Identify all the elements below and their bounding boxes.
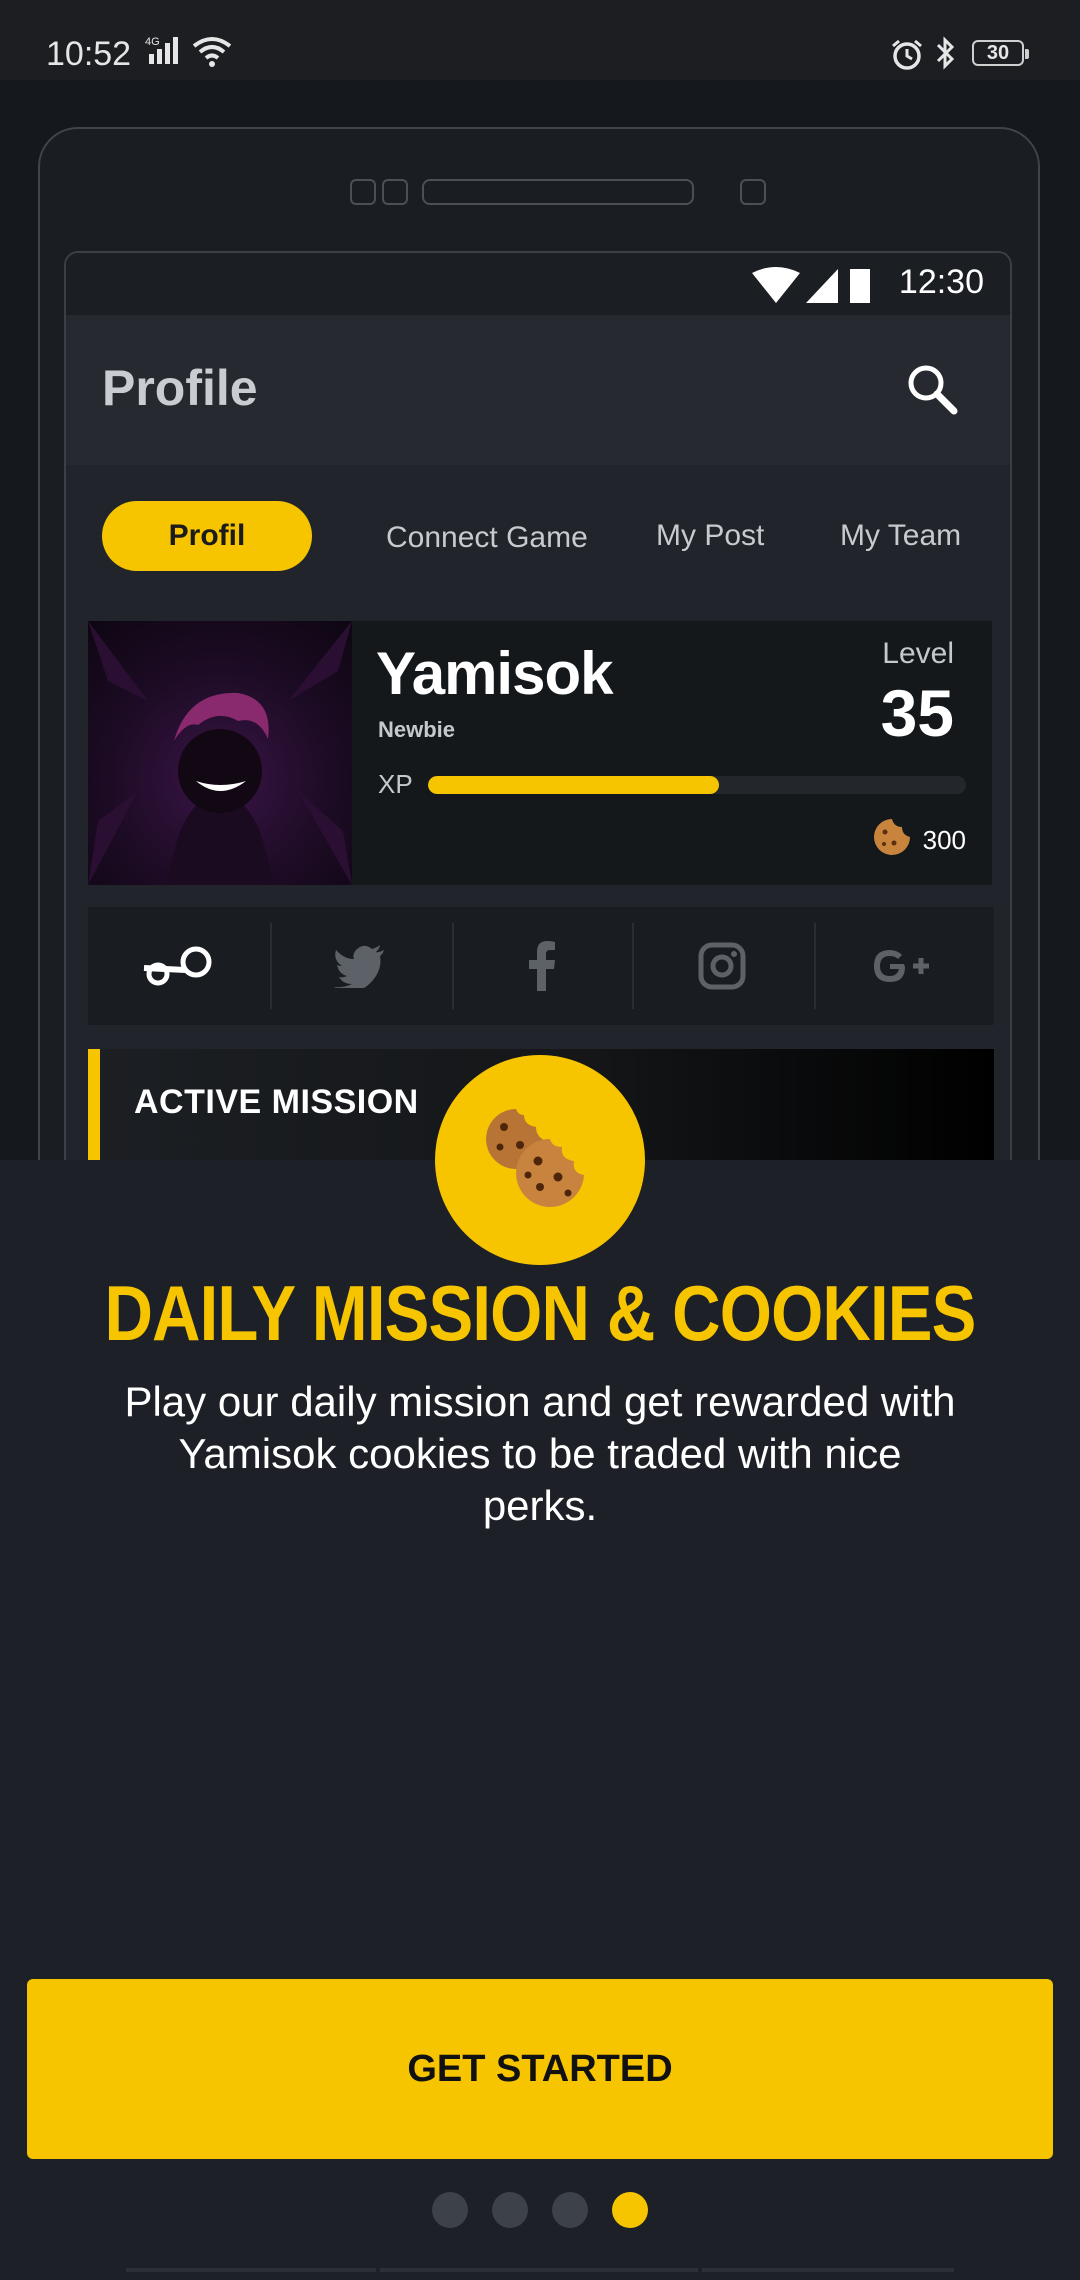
wifi-icon — [192, 36, 232, 73]
alarm-icon — [890, 38, 924, 75]
mock-status-time: 12:30 — [898, 263, 984, 301]
cookies-icon — [480, 1103, 600, 1218]
page-indicator — [0, 2192, 1080, 2232]
page-dot-2[interactable] — [492, 2192, 528, 2228]
page-dot-3[interactable] — [552, 2192, 588, 2228]
mock-level-label: Level — [882, 637, 954, 670]
google-plus-icon — [814, 907, 994, 1025]
cookie-badge — [435, 1055, 645, 1265]
get-started-button[interactable]: GET STARTED — [27, 1979, 1053, 2159]
page-dot-4[interactable] — [612, 2192, 648, 2228]
instagram-icon — [632, 907, 812, 1025]
status-bar: 10:52 4G 30 — [0, 0, 1080, 80]
mock-user-rank: Newbie — [378, 717, 456, 742]
phone-mockup: 12:30 Profile Profil Connect Game My Pos… — [38, 127, 1040, 1160]
network-type-label: 4G — [145, 36, 160, 48]
mock-status-icons — [752, 267, 872, 310]
mock-social-bar — [88, 907, 994, 1025]
facebook-icon — [452, 907, 632, 1025]
mock-page-title: Profile — [102, 360, 258, 416]
xp-progress-fill — [428, 776, 719, 794]
mock-tab-my-team: My Team — [840, 519, 962, 552]
mock-app-bar: Profile — [66, 315, 1010, 465]
search-icon — [906, 363, 958, 420]
mock-screen: 12:30 Profile Profil Connect Game My Pos… — [64, 251, 1012, 1160]
mock-tab-connect-game: Connect Game — [386, 521, 588, 554]
mock-cookie-count: 300 — [922, 825, 966, 855]
mock-status-bar: 12:30 — [66, 253, 1010, 315]
mock-xp-label: XP — [378, 769, 413, 799]
twitter-icon — [270, 907, 450, 1025]
mock-level-value: 35 — [880, 676, 954, 750]
onboarding-heading: DAILY MISSION & COOKIES — [104, 1269, 976, 1357]
page-dot-1[interactable] — [432, 2192, 468, 2228]
status-time: 10:52 — [46, 35, 132, 73]
mock-tabs: Profil Connect Game My Post My Team — [66, 465, 1010, 615]
onboarding-description: Play our daily mission and get rewarded … — [124, 1378, 956, 1529]
onboarding-illustration: 12:30 Profile Profil Connect Game My Pos… — [0, 80, 1080, 1160]
cookie-icon — [872, 817, 912, 857]
mock-username: Yamisok — [376, 640, 613, 707]
steam-icon — [88, 907, 268, 1025]
xp-progress-bar — [428, 776, 966, 794]
mock-tab-my-post: My Post — [656, 519, 765, 552]
mock-user-card: Yamisok Newbie XP Level 35 300 — [88, 621, 992, 885]
battery-indicator: 30 — [972, 40, 1029, 66]
avatar — [88, 621, 352, 885]
mock-mission-title: ACTIVE MISSION — [134, 1083, 419, 1121]
mock-tab-profil: Profil — [102, 501, 312, 571]
bottom-divider — [126, 2268, 954, 2280]
bluetooth-icon — [934, 36, 958, 75]
cellular-signal-icon: 4G — [145, 34, 187, 73]
